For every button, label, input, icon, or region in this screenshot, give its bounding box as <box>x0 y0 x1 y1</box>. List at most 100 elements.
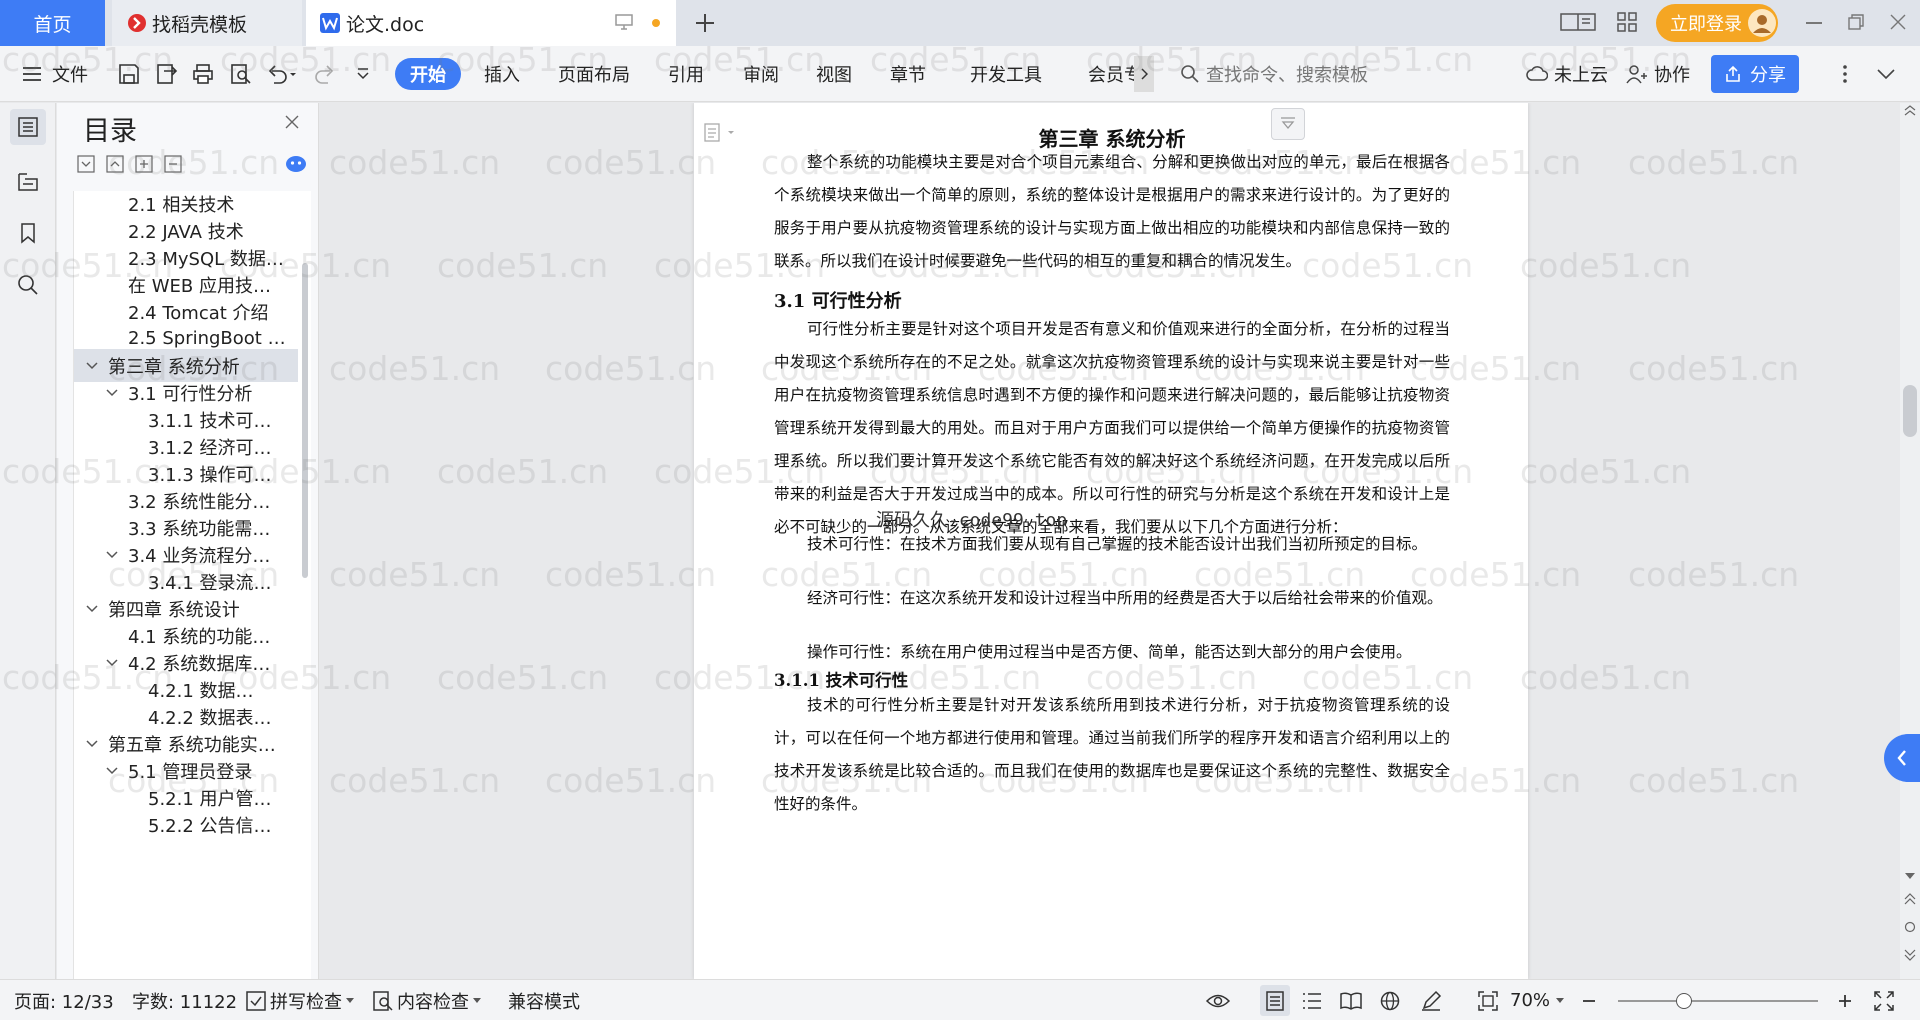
save-icon[interactable] <box>118 46 140 102</box>
scroll-up-icon[interactable] <box>1904 105 1916 117</box>
chevron-down-icon[interactable] <box>84 601 100 617</box>
login-button[interactable]: 立即登录 <box>1656 4 1778 42</box>
navigation-pane-icon[interactable] <box>10 163 46 199</box>
tab-section[interactable]: 章节 <box>890 58 926 90</box>
zoom-slider-track[interactable] <box>1618 1000 1818 1002</box>
zoom-slider-thumb[interactable] <box>1676 993 1692 1009</box>
undo-icon[interactable] <box>266 46 296 102</box>
eye-protection-icon[interactable] <box>1205 980 1231 1020</box>
content-check-icon <box>373 990 393 1011</box>
section-heading-3-1: 3.1 可行性分析 <box>774 291 902 312</box>
content-check-button[interactable]: 内容检查 <box>373 980 481 1020</box>
select-browse-object-icon[interactable] <box>1904 921 1916 933</box>
paste-options-icon[interactable] <box>704 123 736 143</box>
new-tab-plus-icon[interactable] <box>694 12 716 34</box>
web-view-icon[interactable] <box>1380 980 1400 1020</box>
tab-review[interactable]: 审阅 <box>743 58 779 90</box>
econ-feasibility-paragraph: 经济可行性：在这次系统开发和设计过程当中所用的经费是否大于以后给社会带来的价值观… <box>807 589 1443 607</box>
tab-document[interactable]: 论文.doc <box>306 0 676 46</box>
page-view-icon[interactable] <box>1260 985 1290 1016</box>
toc-item-label: 2.3 MySQL 数据… <box>128 248 284 270</box>
export-pdf-icon[interactable] <box>156 46 178 102</box>
fit-page-icon[interactable] <box>1478 980 1498 1020</box>
chevron-down-icon[interactable] <box>104 547 120 563</box>
chevron-down-icon[interactable] <box>104 655 120 671</box>
filter-panel-icon[interactable] <box>1271 108 1305 140</box>
write-mode-icon[interactable] <box>1420 980 1442 1020</box>
ai-assistant-icon[interactable] <box>285 155 307 173</box>
prev-page-icon[interactable] <box>1904 893 1916 905</box>
chevron-down-icon[interactable] <box>104 385 120 401</box>
word-count[interactable]: 字数: 11122 <box>132 980 237 1020</box>
tab-page-layout[interactable]: 页面布局 <box>558 58 630 90</box>
more-options-icon[interactable] <box>1842 46 1848 102</box>
collapse-all-icon[interactable] <box>77 155 95 173</box>
tab-developer[interactable]: 开发工具 <box>970 58 1042 90</box>
oper-feasibility-paragraph: 操作可行性：系统在用户使用过程当中是否方便、简单，能否达到大部分的用户会使用。 <box>807 643 1412 661</box>
monitor-icon[interactable] <box>615 14 633 30</box>
tech-feasibility-paragraph: 技术可行性：在技术方面我们要从现有自己掌握的技术能否设计出我们当初所预定的目标。 <box>807 535 1428 553</box>
print-icon[interactable] <box>192 46 214 102</box>
restore-icon[interactable] <box>1848 14 1864 30</box>
cloud-status-button[interactable]: 未上云 <box>1526 46 1608 102</box>
tab-template[interactable]: 找稻壳模板 <box>112 0 302 46</box>
reading-mode-icon[interactable] <box>1560 12 1596 32</box>
tab-references[interactable]: 引用 <box>668 58 704 90</box>
file-menu-button[interactable]: 文件 <box>22 46 88 102</box>
zoom-level-dropdown[interactable]: 70% <box>1510 980 1565 1020</box>
spell-check-dropdown-icon <box>346 997 354 1004</box>
toc-item[interactable]: 5.2.2 公告信… <box>74 808 298 841</box>
spell-check-button[interactable]: 拼写检查 <box>246 980 354 1020</box>
spell-check-icon <box>246 990 266 1011</box>
tab-view[interactable]: 视图 <box>816 58 852 90</box>
outline-view-icon[interactable] <box>1302 980 1322 1020</box>
collaborate-button[interactable]: 协作 <box>1626 46 1690 102</box>
toc-list: 2.1 相关技术 2.2 JAVA 技术 2.3 MySQL 数据… 在 WEB 应用… <box>73 191 311 979</box>
toc-item-label: 4.2.2 数据表… <box>148 707 272 729</box>
apps-grid-icon[interactable] <box>1617 12 1637 32</box>
zoom-dropdown-icon <box>1556 997 1565 1004</box>
zoom-in-icon[interactable] <box>1838 980 1852 1020</box>
vertical-scrollbar[interactable] <box>1900 103 1920 979</box>
chevron-down-icon[interactable] <box>104 763 120 779</box>
redo-icon[interactable] <box>314 46 336 102</box>
remove-heading-icon[interactable] <box>164 155 182 173</box>
tab-home[interactable]: 首页 <box>0 0 105 46</box>
bookmark-icon[interactable] <box>10 215 46 251</box>
scroll-down-icon[interactable] <box>1904 871 1916 881</box>
intro-paragraph: 整个系统的功能模块主要是对合个项目元素组合、分解和更换做出对应的单元，最后在根据… <box>774 153 1450 270</box>
minimize-icon[interactable] <box>1806 22 1822 24</box>
toc-scrollbar[interactable] <box>302 263 308 578</box>
chevron-down-icon[interactable] <box>84 736 100 752</box>
user-plus-icon <box>1626 64 1648 84</box>
toc-panel-icon[interactable] <box>10 109 46 145</box>
scroll-thumb[interactable] <box>1903 385 1917 437</box>
tab-start[interactable]: 开始 <box>395 58 461 90</box>
content-check-label: 内容检查 <box>397 991 469 1013</box>
toc-panel: 目录 2.1 相关技术 2.2 JAVA 技术 2.3 MySQL 数据… 在 WEB… <box>57 103 319 979</box>
quick-access-dropdown-icon[interactable] <box>356 46 370 102</box>
print-preview-icon[interactable] <box>230 46 252 102</box>
expand-up-icon[interactable] <box>106 155 124 173</box>
page-indicator[interactable]: 页面: 12/33 <box>14 980 114 1020</box>
chevron-down-icon[interactable] <box>84 358 100 374</box>
next-page-icon[interactable] <box>1904 949 1916 961</box>
collapse-ribbon-icon[interactable] <box>1876 46 1896 102</box>
find-icon[interactable] <box>10 267 46 303</box>
read-view-icon[interactable] <box>1340 980 1362 1020</box>
docer-logo-icon <box>128 14 146 32</box>
add-heading-icon[interactable] <box>135 155 153 173</box>
zoom-level-label: 70% <box>1510 990 1551 1011</box>
ribbon-scroll-right-icon[interactable] <box>1134 56 1154 92</box>
toc-item-label: 第五章 系统功能实… <box>108 734 276 756</box>
close-window-icon[interactable] <box>1890 14 1906 30</box>
tab-insert[interactable]: 插入 <box>484 58 520 90</box>
close-toc-icon[interactable] <box>285 115 299 129</box>
zoom-out-icon[interactable] <box>1582 980 1596 1020</box>
toc-item-label: 4.1 系统的功能… <box>128 626 271 648</box>
status-bar: 页面: 12/33 字数: 11122 拼写检查 内容检查 兼容模式 70% <box>0 979 1920 1020</box>
command-search-input[interactable]: 查找命令、搜索模板 <box>1180 46 1368 102</box>
toc-item-label: 3.3 系统功能需… <box>128 518 271 540</box>
share-button[interactable]: 分享 <box>1711 55 1799 93</box>
fullscreen-icon[interactable] <box>1874 980 1894 1020</box>
